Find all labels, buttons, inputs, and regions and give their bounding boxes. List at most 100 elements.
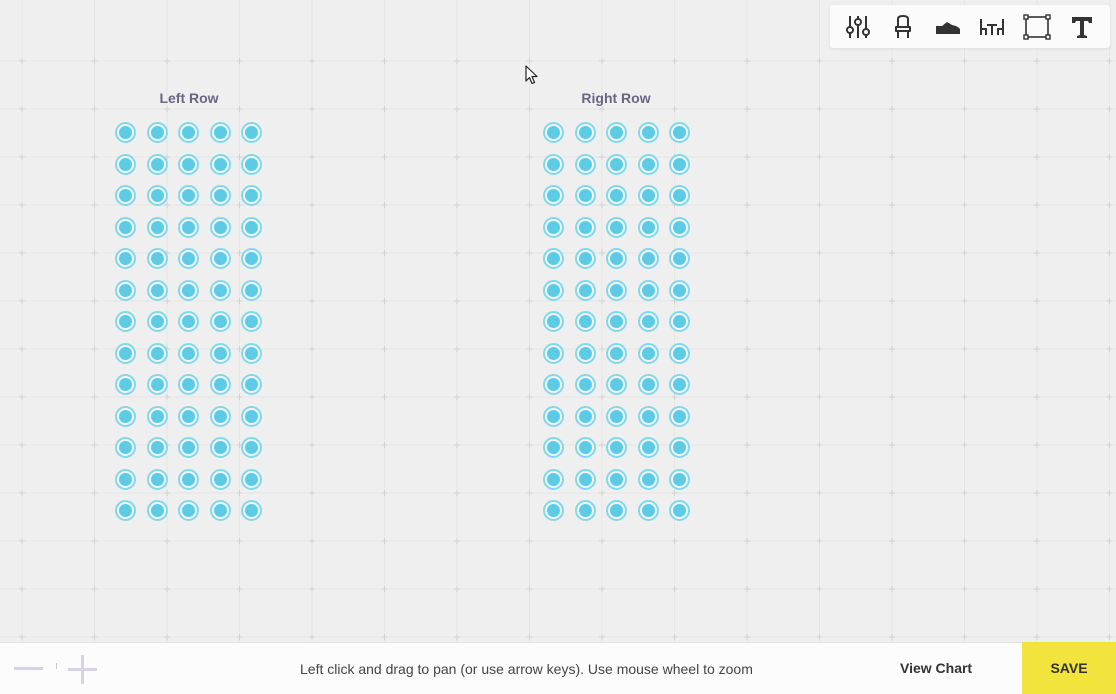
seat[interactable] xyxy=(147,343,168,364)
seat[interactable] xyxy=(210,248,231,269)
seat[interactable] xyxy=(147,217,168,238)
seat[interactable] xyxy=(115,280,136,301)
seat[interactable] xyxy=(178,185,199,206)
seat[interactable] xyxy=(575,406,596,427)
seat[interactable] xyxy=(178,217,199,238)
seat[interactable] xyxy=(638,374,659,395)
seat[interactable] xyxy=(178,343,199,364)
seat[interactable] xyxy=(543,469,564,490)
seat[interactable] xyxy=(147,374,168,395)
seat[interactable] xyxy=(147,500,168,521)
seat[interactable] xyxy=(241,311,262,332)
seat[interactable] xyxy=(575,343,596,364)
seat[interactable] xyxy=(669,248,690,269)
seat[interactable] xyxy=(241,154,262,175)
seat[interactable] xyxy=(241,469,262,490)
seat[interactable] xyxy=(669,469,690,490)
seat[interactable] xyxy=(210,217,231,238)
seat[interactable] xyxy=(147,154,168,175)
seat[interactable] xyxy=(575,500,596,521)
seat[interactable] xyxy=(115,469,136,490)
seat[interactable] xyxy=(241,406,262,427)
seat[interactable] xyxy=(575,374,596,395)
seat[interactable] xyxy=(575,311,596,332)
seat[interactable] xyxy=(210,469,231,490)
seat[interactable] xyxy=(606,154,627,175)
save-button[interactable]: SAVE xyxy=(1022,642,1116,694)
seat[interactable] xyxy=(210,280,231,301)
seat[interactable] xyxy=(147,406,168,427)
seat[interactable] xyxy=(147,248,168,269)
seat[interactable] xyxy=(638,248,659,269)
seat[interactable] xyxy=(210,500,231,521)
seat[interactable] xyxy=(543,437,564,458)
seat[interactable] xyxy=(669,185,690,206)
seat[interactable] xyxy=(638,217,659,238)
seat[interactable] xyxy=(241,217,262,238)
view-chart-button[interactable]: View Chart xyxy=(900,660,972,676)
seat[interactable] xyxy=(638,311,659,332)
seat[interactable] xyxy=(115,500,136,521)
seat[interactable] xyxy=(638,154,659,175)
shoe-tool-button[interactable] xyxy=(930,9,966,45)
seat[interactable] xyxy=(115,122,136,143)
table-chairs-tool-button[interactable] xyxy=(974,9,1010,45)
sliders-tool-button[interactable] xyxy=(840,9,876,45)
seat[interactable] xyxy=(669,154,690,175)
seat[interactable] xyxy=(178,469,199,490)
seat[interactable] xyxy=(606,185,627,206)
seat[interactable] xyxy=(147,437,168,458)
seat[interactable] xyxy=(669,217,690,238)
seat[interactable] xyxy=(638,500,659,521)
seat[interactable] xyxy=(115,154,136,175)
seat[interactable] xyxy=(543,406,564,427)
seat[interactable] xyxy=(543,343,564,364)
seat[interactable] xyxy=(669,280,690,301)
seat[interactable] xyxy=(669,437,690,458)
seat[interactable] xyxy=(638,469,659,490)
seat[interactable] xyxy=(575,469,596,490)
seat[interactable] xyxy=(606,311,627,332)
seat[interactable] xyxy=(115,217,136,238)
seat[interactable] xyxy=(638,185,659,206)
seat[interactable] xyxy=(575,217,596,238)
seat[interactable] xyxy=(543,122,564,143)
seat[interactable] xyxy=(115,185,136,206)
seat[interactable] xyxy=(543,185,564,206)
seat[interactable] xyxy=(115,374,136,395)
seat[interactable] xyxy=(606,343,627,364)
seat[interactable] xyxy=(575,185,596,206)
seat[interactable] xyxy=(115,437,136,458)
seat[interactable] xyxy=(606,122,627,143)
seat[interactable] xyxy=(210,154,231,175)
zoom-in-button[interactable] xyxy=(68,655,97,684)
seat[interactable] xyxy=(241,280,262,301)
seat[interactable] xyxy=(606,248,627,269)
seat[interactable] xyxy=(178,280,199,301)
chair-tool-button[interactable] xyxy=(885,9,921,45)
seat[interactable] xyxy=(606,280,627,301)
seat[interactable] xyxy=(669,406,690,427)
seat[interactable] xyxy=(606,406,627,427)
select-area-tool-button[interactable] xyxy=(1019,9,1055,45)
seat[interactable] xyxy=(210,437,231,458)
seat[interactable] xyxy=(575,154,596,175)
seat[interactable] xyxy=(210,406,231,427)
zoom-out-button[interactable] xyxy=(14,667,43,670)
seat[interactable] xyxy=(147,122,168,143)
seat[interactable] xyxy=(241,500,262,521)
seat[interactable] xyxy=(178,248,199,269)
seat[interactable] xyxy=(178,154,199,175)
seat[interactable] xyxy=(575,248,596,269)
seat[interactable] xyxy=(178,374,199,395)
seat[interactable] xyxy=(543,154,564,175)
seat[interactable] xyxy=(669,374,690,395)
seating-canvas[interactable]: Left Row Right Row xyxy=(0,0,1116,642)
seat[interactable] xyxy=(606,374,627,395)
seat[interactable] xyxy=(575,437,596,458)
seat[interactable] xyxy=(241,437,262,458)
seat[interactable] xyxy=(178,406,199,427)
seat[interactable] xyxy=(210,311,231,332)
seat[interactable] xyxy=(241,248,262,269)
seat[interactable] xyxy=(543,248,564,269)
